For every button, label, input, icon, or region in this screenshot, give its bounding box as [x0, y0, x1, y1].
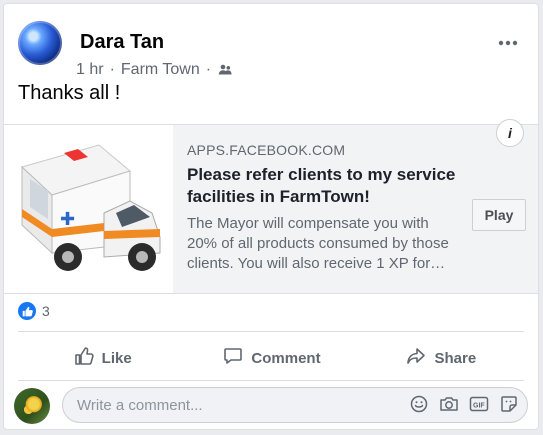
like-button[interactable]: Like [18, 340, 187, 376]
camera-icon[interactable] [439, 394, 459, 414]
link-details[interactable]: i APPS.FACEBOOK.COM Please refer clients… [173, 119, 538, 293]
divider [18, 331, 524, 332]
current-user-avatar[interactable] [14, 388, 50, 424]
author-name[interactable]: Dara Tan [80, 31, 164, 54]
svg-text:✚: ✚ [60, 209, 75, 229]
share-label: Share [434, 349, 477, 367]
like-label: Like [101, 349, 132, 367]
reaction-summary[interactable]: 3 [18, 302, 50, 320]
post-meta: 1 hr · Farm Town · [76, 61, 233, 79]
comment-icon [223, 346, 243, 370]
comment-tools: GIF [409, 394, 519, 414]
gif-icon[interactable]: GIF [469, 394, 489, 414]
divider [18, 380, 524, 381]
link-domain: APPS.FACEBOOK.COM [187, 142, 346, 158]
meta-separator: · [205, 61, 212, 78]
sticker-icon[interactable] [499, 394, 519, 414]
link-title[interactable]: Please refer clients to my service facil… [187, 164, 477, 208]
link-description: The Mayor will compensate you with 20% o… [187, 215, 449, 272]
comment-composer: GIF [14, 386, 530, 426]
meta-separator: · [109, 61, 115, 78]
info-icon[interactable]: i [496, 119, 524, 147]
comment-button[interactable]: Comment [187, 340, 356, 376]
share-button[interactable]: Share [357, 340, 526, 376]
svg-text:GIF: GIF [473, 403, 485, 410]
comment-label: Comment [251, 349, 321, 367]
comment-box[interactable]: GIF [62, 387, 528, 423]
post-card: Dara Tan 1 hr · Farm Town · Thanks all !… [3, 3, 539, 430]
post-time[interactable]: 1 hr [76, 61, 104, 79]
comment-input[interactable] [75, 395, 399, 415]
like-badge-icon [18, 302, 36, 320]
ambulance-image[interactable]: ✚ [4, 125, 173, 293]
more-options-icon[interactable] [496, 31, 520, 55]
emoji-icon[interactable] [409, 394, 429, 414]
share-icon [406, 346, 426, 370]
link-preview[interactable]: ✚ i APPS.FACEBOOK.COM Please refer clien… [4, 119, 538, 294]
play-button[interactable]: Play [472, 199, 526, 231]
reaction-count[interactable]: 3 [42, 303, 50, 319]
group-icon [217, 62, 233, 78]
action-bar: Like Comment Share [18, 340, 526, 376]
post-header: Dara Tan 1 hr · Farm Town · [18, 21, 528, 78]
group-name[interactable]: Farm Town [121, 61, 200, 79]
author-avatar[interactable] [18, 21, 62, 65]
like-icon [74, 346, 94, 370]
post-text: Thanks all ! [18, 82, 121, 104]
